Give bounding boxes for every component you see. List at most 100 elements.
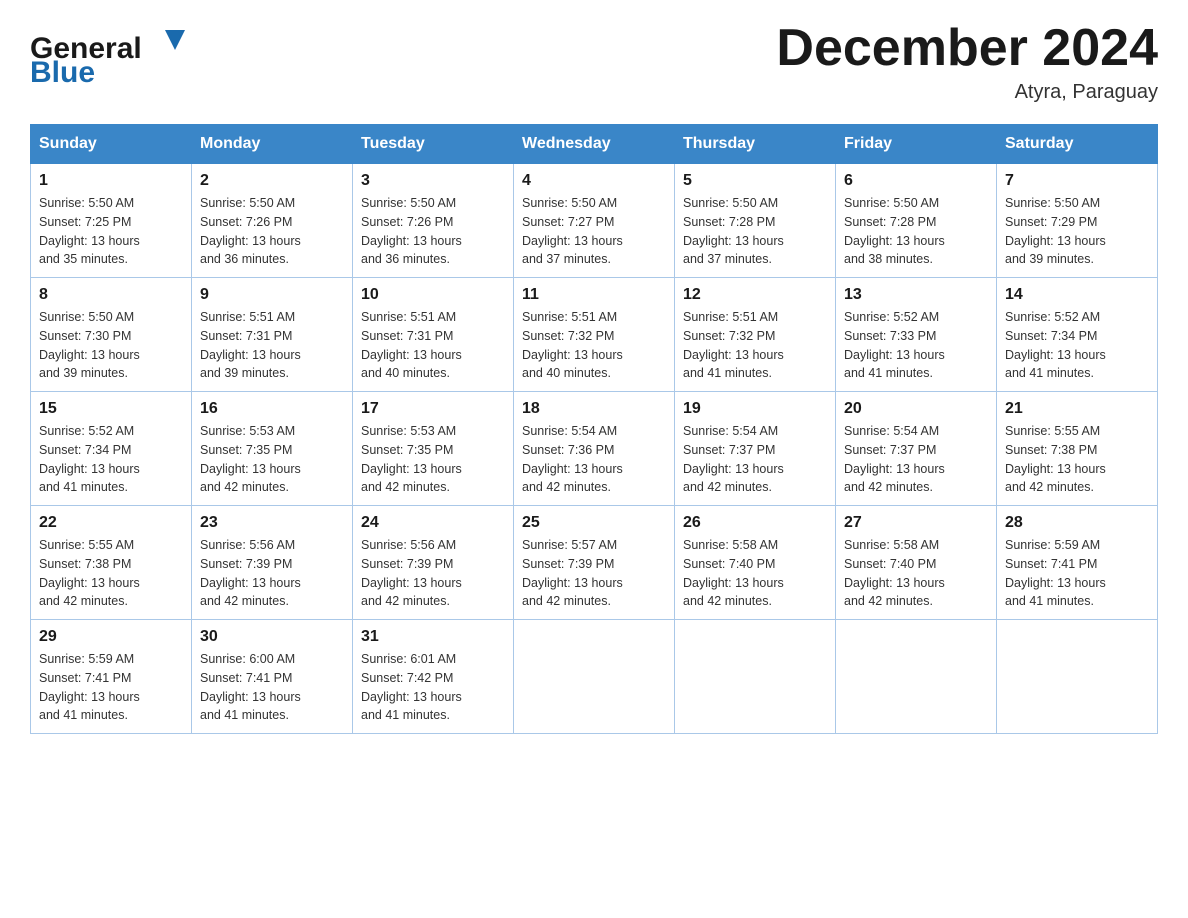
calendar-cell: 12 Sunrise: 5:51 AMSunset: 7:32 PMDayligh… xyxy=(675,278,836,392)
day-number: 21 xyxy=(1005,400,1149,418)
day-info: Sunrise: 5:50 AMSunset: 7:30 PMDaylight:… xyxy=(39,308,183,383)
calendar-cell: 16Sunrise: 5:53 AMSunset: 7:35 PMDayligh… xyxy=(192,392,353,506)
day-number: 30 xyxy=(200,628,344,646)
calendar-cell: 22Sunrise: 5:55 AMSunset: 7:38 PMDayligh… xyxy=(31,506,192,620)
day-number: 17 xyxy=(361,400,505,418)
day-number: 18 xyxy=(522,400,666,418)
day-info: Sunrise: 5:52 AMSunset: 7:34 PMDaylight:… xyxy=(1005,308,1149,383)
calendar-cell: 3 Sunrise: 5:50 AMSunset: 7:26 PMDaylight… xyxy=(353,164,514,278)
day-number: 24 xyxy=(361,514,505,532)
calendar-cell: 4Sunrise: 5:50 AMSunset: 7:27 PMDaylight… xyxy=(514,164,675,278)
day-info: Sunrise: 5:51 AMSunset: 7:32 PMDaylight:… xyxy=(683,308,827,383)
page-header: General Blue December 2024 Atyra, Paragu… xyxy=(30,20,1158,104)
calendar-cell: 2 Sunrise: 5:50 AMSunset: 7:26 PMDaylight… xyxy=(192,164,353,278)
day-number: 25 xyxy=(522,514,666,532)
day-number: 2 xyxy=(200,172,344,190)
weekday-header-friday: Friday xyxy=(836,125,997,164)
calendar-cell: 8 Sunrise: 5:50 AMSunset: 7:30 PMDaylight… xyxy=(31,278,192,392)
weekday-header-wednesday: Wednesday xyxy=(514,125,675,164)
day-info: Sunrise: 5:50 AMSunset: 7:26 PMDaylight:… xyxy=(200,194,344,269)
calendar-cell: 10 Sunrise: 5:51 AMSunset: 7:31 PMDayligh… xyxy=(353,278,514,392)
calendar-cell: 14 Sunrise: 5:52 AMSunset: 7:34 PMDayligh… xyxy=(997,278,1158,392)
title-block: December 2024 Atyra, Paraguay xyxy=(776,20,1158,104)
day-number: 15 xyxy=(39,400,183,418)
day-number: 27 xyxy=(844,514,988,532)
svg-text:Blue: Blue xyxy=(30,56,95,89)
logo-svg: General Blue xyxy=(30,20,190,90)
day-number: 16 xyxy=(200,400,344,418)
day-info: Sunrise: 5:50 AMSunset: 7:25 PMDaylight:… xyxy=(39,194,183,269)
calendar-cell: 17Sunrise: 5:53 AMSunset: 7:35 PMDayligh… xyxy=(353,392,514,506)
day-number: 29 xyxy=(39,628,183,646)
day-info: Sunrise: 5:55 AMSunset: 7:38 PMDaylight:… xyxy=(1005,422,1149,497)
day-info: Sunrise: 5:52 AMSunset: 7:33 PMDaylight:… xyxy=(844,308,988,383)
day-number: 26 xyxy=(683,514,827,532)
calendar-cell: 1 Sunrise: 5:50 AMSunset: 7:25 PMDaylight… xyxy=(31,164,192,278)
day-number: 14 xyxy=(1005,286,1149,304)
day-info: Sunrise: 5:50 AMSunset: 7:26 PMDaylight:… xyxy=(361,194,505,269)
day-info: Sunrise: 5:58 AMSunset: 7:40 PMDaylight:… xyxy=(683,536,827,611)
calendar-cell: 27 Sunrise: 5:58 AMSunset: 7:40 PMDayligh… xyxy=(836,506,997,620)
weekday-header-thursday: Thursday xyxy=(675,125,836,164)
day-number: 13 xyxy=(844,286,988,304)
day-info: Sunrise: 5:52 AMSunset: 7:34 PMDaylight:… xyxy=(39,422,183,497)
day-info: Sunrise: 5:51 AMSunset: 7:32 PMDaylight:… xyxy=(522,308,666,383)
calendar-cell xyxy=(514,620,675,734)
calendar-cell xyxy=(675,620,836,734)
day-number: 10 xyxy=(361,286,505,304)
calendar-cell xyxy=(997,620,1158,734)
day-number: 8 xyxy=(39,286,183,304)
calendar-week-row: 29 Sunrise: 5:59 AMSunset: 7:41 PMDayligh… xyxy=(31,620,1158,734)
calendar-cell: 21 Sunrise: 5:55 AMSunset: 7:38 PMDayligh… xyxy=(997,392,1158,506)
month-title: December 2024 xyxy=(776,20,1158,77)
day-number: 12 xyxy=(683,286,827,304)
calendar-cell: 19 Sunrise: 5:54 AMSunset: 7:37 PMDayligh… xyxy=(675,392,836,506)
calendar-cell: 9 Sunrise: 5:51 AMSunset: 7:31 PMDaylight… xyxy=(192,278,353,392)
day-info: Sunrise: 5:54 AMSunset: 7:37 PMDaylight:… xyxy=(683,422,827,497)
calendar-cell: 5 Sunrise: 5:50 AMSunset: 7:28 PMDaylight… xyxy=(675,164,836,278)
day-info: Sunrise: 5:58 AMSunset: 7:40 PMDaylight:… xyxy=(844,536,988,611)
calendar-cell: 23Sunrise: 5:56 AMSunset: 7:39 PMDayligh… xyxy=(192,506,353,620)
day-info: Sunrise: 5:56 AMSunset: 7:39 PMDaylight:… xyxy=(361,536,505,611)
day-info: Sunrise: 5:54 AMSunset: 7:36 PMDaylight:… xyxy=(522,422,666,497)
calendar-cell: 13 Sunrise: 5:52 AMSunset: 7:33 PMDayligh… xyxy=(836,278,997,392)
day-info: Sunrise: 5:56 AMSunset: 7:39 PMDaylight:… xyxy=(200,536,344,611)
day-number: 7 xyxy=(1005,172,1149,190)
calendar-week-row: 1 Sunrise: 5:50 AMSunset: 7:25 PMDaylight… xyxy=(31,164,1158,278)
weekday-header-sunday: Sunday xyxy=(31,125,192,164)
day-info: Sunrise: 6:00 AMSunset: 7:41 PMDaylight:… xyxy=(200,650,344,725)
calendar-cell: 31Sunrise: 6:01 AMSunset: 7:42 PMDayligh… xyxy=(353,620,514,734)
day-info: Sunrise: 5:50 AMSunset: 7:29 PMDaylight:… xyxy=(1005,194,1149,269)
day-number: 3 xyxy=(361,172,505,190)
calendar-cell: 15 Sunrise: 5:52 AMSunset: 7:34 PMDayligh… xyxy=(31,392,192,506)
day-info: Sunrise: 5:51 AMSunset: 7:31 PMDaylight:… xyxy=(200,308,344,383)
day-number: 1 xyxy=(39,172,183,190)
day-number: 28 xyxy=(1005,514,1149,532)
day-info: Sunrise: 5:57 AMSunset: 7:39 PMDaylight:… xyxy=(522,536,666,611)
calendar-cell: 30 Sunrise: 6:00 AMSunset: 7:41 PMDayligh… xyxy=(192,620,353,734)
day-number: 31 xyxy=(361,628,505,646)
day-number: 5 xyxy=(683,172,827,190)
day-number: 19 xyxy=(683,400,827,418)
calendar-cell xyxy=(836,620,997,734)
calendar-cell: 29 Sunrise: 5:59 AMSunset: 7:41 PMDayligh… xyxy=(31,620,192,734)
day-number: 20 xyxy=(844,400,988,418)
calendar-cell: 18 Sunrise: 5:54 AMSunset: 7:36 PMDayligh… xyxy=(514,392,675,506)
calendar-cell: 6Sunrise: 5:50 AMSunset: 7:28 PMDaylight… xyxy=(836,164,997,278)
calendar-cell: 7 Sunrise: 5:50 AMSunset: 7:29 PMDaylight… xyxy=(997,164,1158,278)
day-number: 11 xyxy=(522,286,666,304)
day-info: Sunrise: 5:50 AMSunset: 7:28 PMDaylight:… xyxy=(844,194,988,269)
day-number: 9 xyxy=(200,286,344,304)
day-info: Sunrise: 5:51 AMSunset: 7:31 PMDaylight:… xyxy=(361,308,505,383)
day-info: Sunrise: 5:59 AMSunset: 7:41 PMDaylight:… xyxy=(39,650,183,725)
weekday-header-tuesday: Tuesday xyxy=(353,125,514,164)
logo: General Blue xyxy=(30,20,190,90)
calendar-header-row: SundayMondayTuesdayWednesdayThursdayFrid… xyxy=(31,125,1158,164)
calendar-cell: 24 Sunrise: 5:56 AMSunset: 7:39 PMDayligh… xyxy=(353,506,514,620)
day-info: Sunrise: 5:50 AMSunset: 7:28 PMDaylight:… xyxy=(683,194,827,269)
day-info: Sunrise: 5:54 AMSunset: 7:37 PMDaylight:… xyxy=(844,422,988,497)
calendar-week-row: 22Sunrise: 5:55 AMSunset: 7:38 PMDayligh… xyxy=(31,506,1158,620)
day-info: Sunrise: 5:59 AMSunset: 7:41 PMDaylight:… xyxy=(1005,536,1149,611)
calendar-cell: 26 Sunrise: 5:58 AMSunset: 7:40 PMDayligh… xyxy=(675,506,836,620)
day-number: 4 xyxy=(522,172,666,190)
